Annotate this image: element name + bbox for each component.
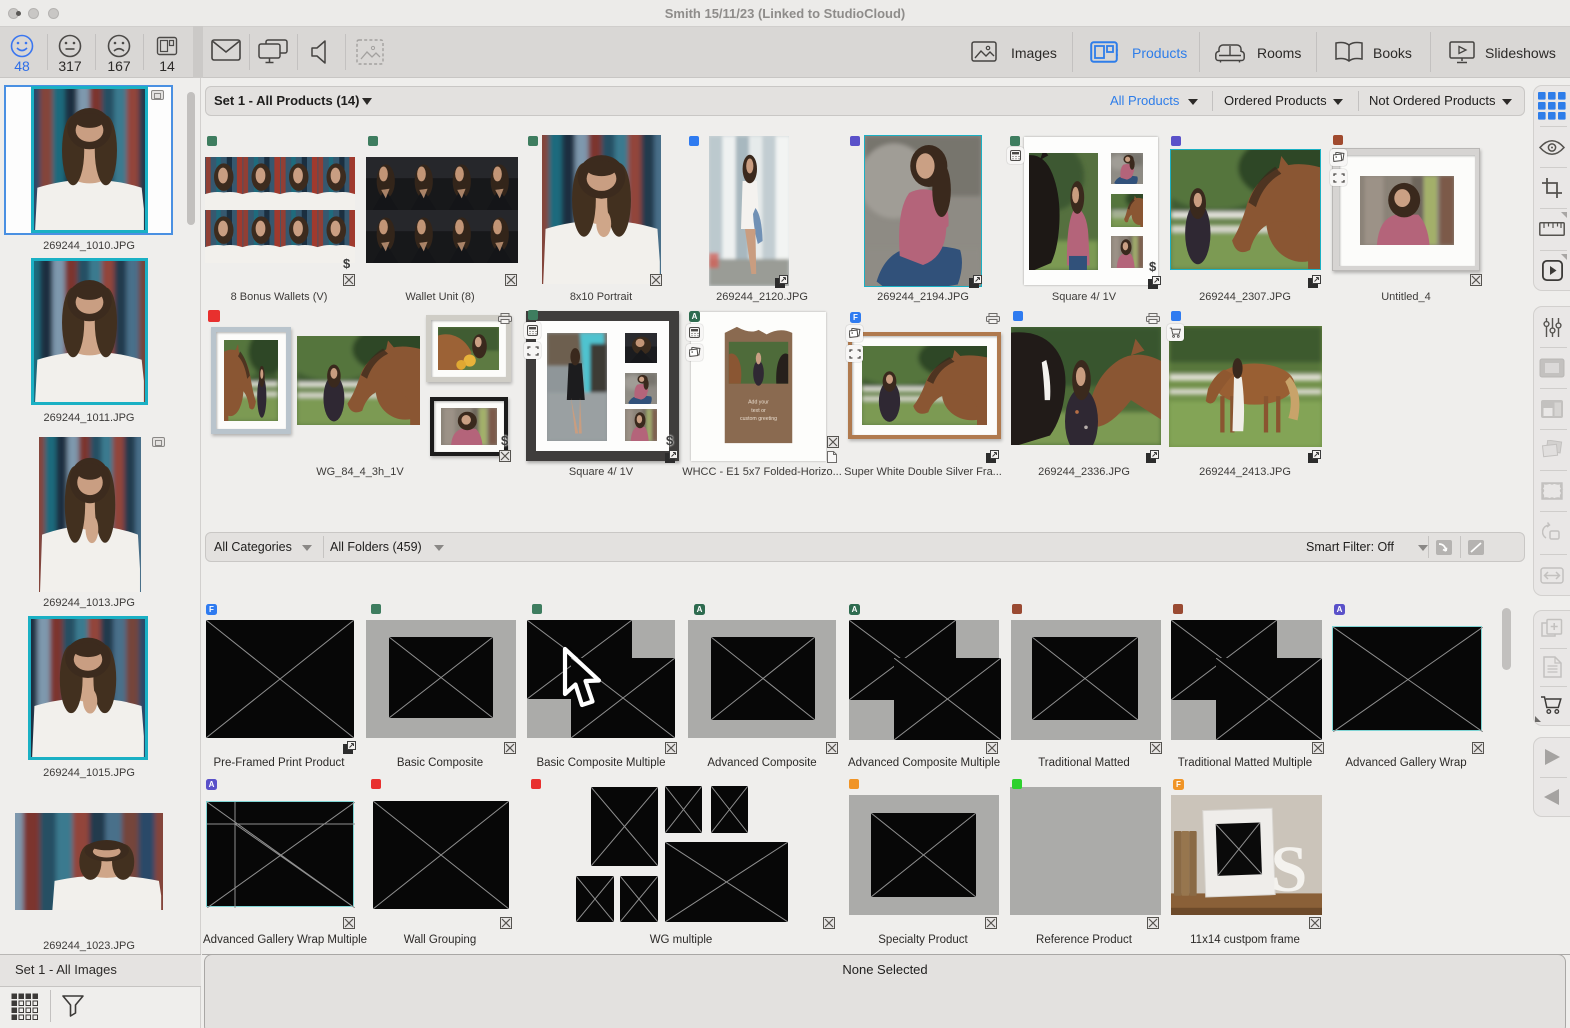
svg-text:Add your: Add your xyxy=(748,400,769,406)
svg-text:S: S xyxy=(1271,833,1308,906)
svg-text:text or: text or xyxy=(751,408,766,414)
svg-text:custom greeting: custom greeting xyxy=(740,416,777,422)
